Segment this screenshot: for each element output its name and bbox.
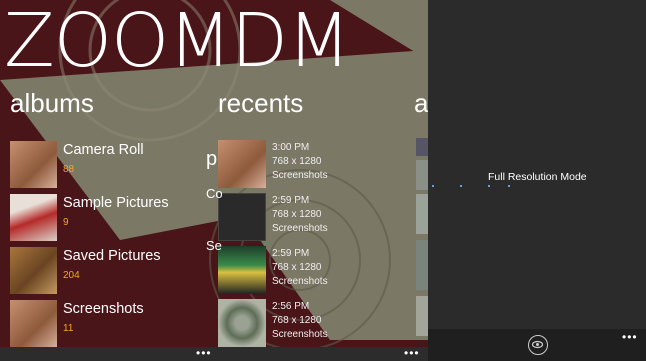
progress-dot — [508, 185, 510, 187]
viewer-more-button[interactable]: ••• — [622, 330, 638, 344]
next-section-heading-peek: a — [414, 88, 428, 118]
album-count: 11 — [63, 323, 74, 334]
albums-heading: albums — [10, 88, 94, 118]
peek-letter-p: p — [206, 148, 218, 170]
recent-thumbnail — [218, 246, 266, 294]
peek-letters-se: Se — [206, 238, 222, 253]
album-name: Camera Roll — [63, 142, 144, 158]
recent-resolution: 768 x 1280 — [272, 209, 322, 220]
album-count: 88 — [63, 164, 75, 175]
recent-time: 2:59 PM — [272, 195, 310, 206]
album-thumbnail — [10, 141, 57, 188]
recent-item[interactable]: 3:00 PM 768 x 1280 Screenshots — [218, 140, 418, 188]
recent-thumbnail — [218, 299, 266, 347]
progress-dot — [460, 185, 462, 187]
album-item[interactable]: Sample Pictures 9 — [10, 194, 210, 241]
recent-item[interactable]: 2:56 PM 768 x 1280 Screenshots — [218, 299, 418, 347]
recent-thumbnail — [218, 140, 266, 188]
recent-time: 2:59 PM — [272, 248, 310, 259]
recent-resolution: 768 x 1280 — [272, 156, 322, 167]
recent-folder: Screenshots — [272, 170, 328, 181]
recent-folder: Screenshots — [272, 223, 328, 234]
recent-time: 2:56 PM — [272, 301, 310, 312]
app-bar — [0, 347, 428, 361]
recent-resolution: 768 x 1280 — [272, 315, 322, 326]
album-item[interactable]: Camera Roll 88 — [10, 141, 210, 188]
progress-dot — [432, 185, 434, 187]
album-item[interactable]: Screenshots 11 — [10, 300, 210, 347]
eye-icon — [531, 340, 544, 349]
album-name: Sample Pictures — [63, 195, 169, 211]
album-thumbnail — [10, 247, 57, 294]
album-name: Saved Pictures — [63, 248, 161, 264]
recents-more-button[interactable]: ••• — [404, 346, 420, 360]
recent-time: 3:00 PM — [272, 142, 310, 153]
album-thumbnail — [10, 300, 57, 347]
album-thumbnail — [10, 194, 57, 241]
albums-more-button[interactable]: ••• — [196, 346, 212, 360]
recent-resolution: 768 x 1280 — [272, 262, 322, 273]
album-name: Screenshots — [63, 301, 144, 317]
view-mode-button[interactable] — [528, 335, 548, 355]
recent-thumbnail — [218, 193, 266, 241]
recent-item[interactable]: 2:59 PM 768 x 1280 Screenshots — [218, 246, 418, 294]
viewer-app-bar — [428, 329, 646, 361]
recent-item[interactable]: 2:59 PM 768 x 1280 Screenshots — [218, 193, 418, 241]
recent-folder: Screenshots — [272, 276, 328, 287]
recents-heading: recents — [218, 88, 304, 118]
peek-letters-co: Co — [206, 186, 223, 201]
viewer-screen: Full Resolution Mode ••• — [428, 0, 646, 361]
progress-dot — [488, 185, 490, 187]
app-title: ZOOMDM — [4, 0, 351, 84]
album-count: 9 — [63, 217, 69, 228]
album-item[interactable]: Saved Pictures 204 — [10, 247, 210, 294]
full-resolution-label: Full Resolution Mode — [488, 171, 587, 183]
gallery-screen: ZOOMDM albums recents a Camera Roll 88 S… — [0, 0, 428, 361]
recent-folder: Screenshots — [272, 329, 328, 340]
album-count: 204 — [63, 270, 80, 281]
